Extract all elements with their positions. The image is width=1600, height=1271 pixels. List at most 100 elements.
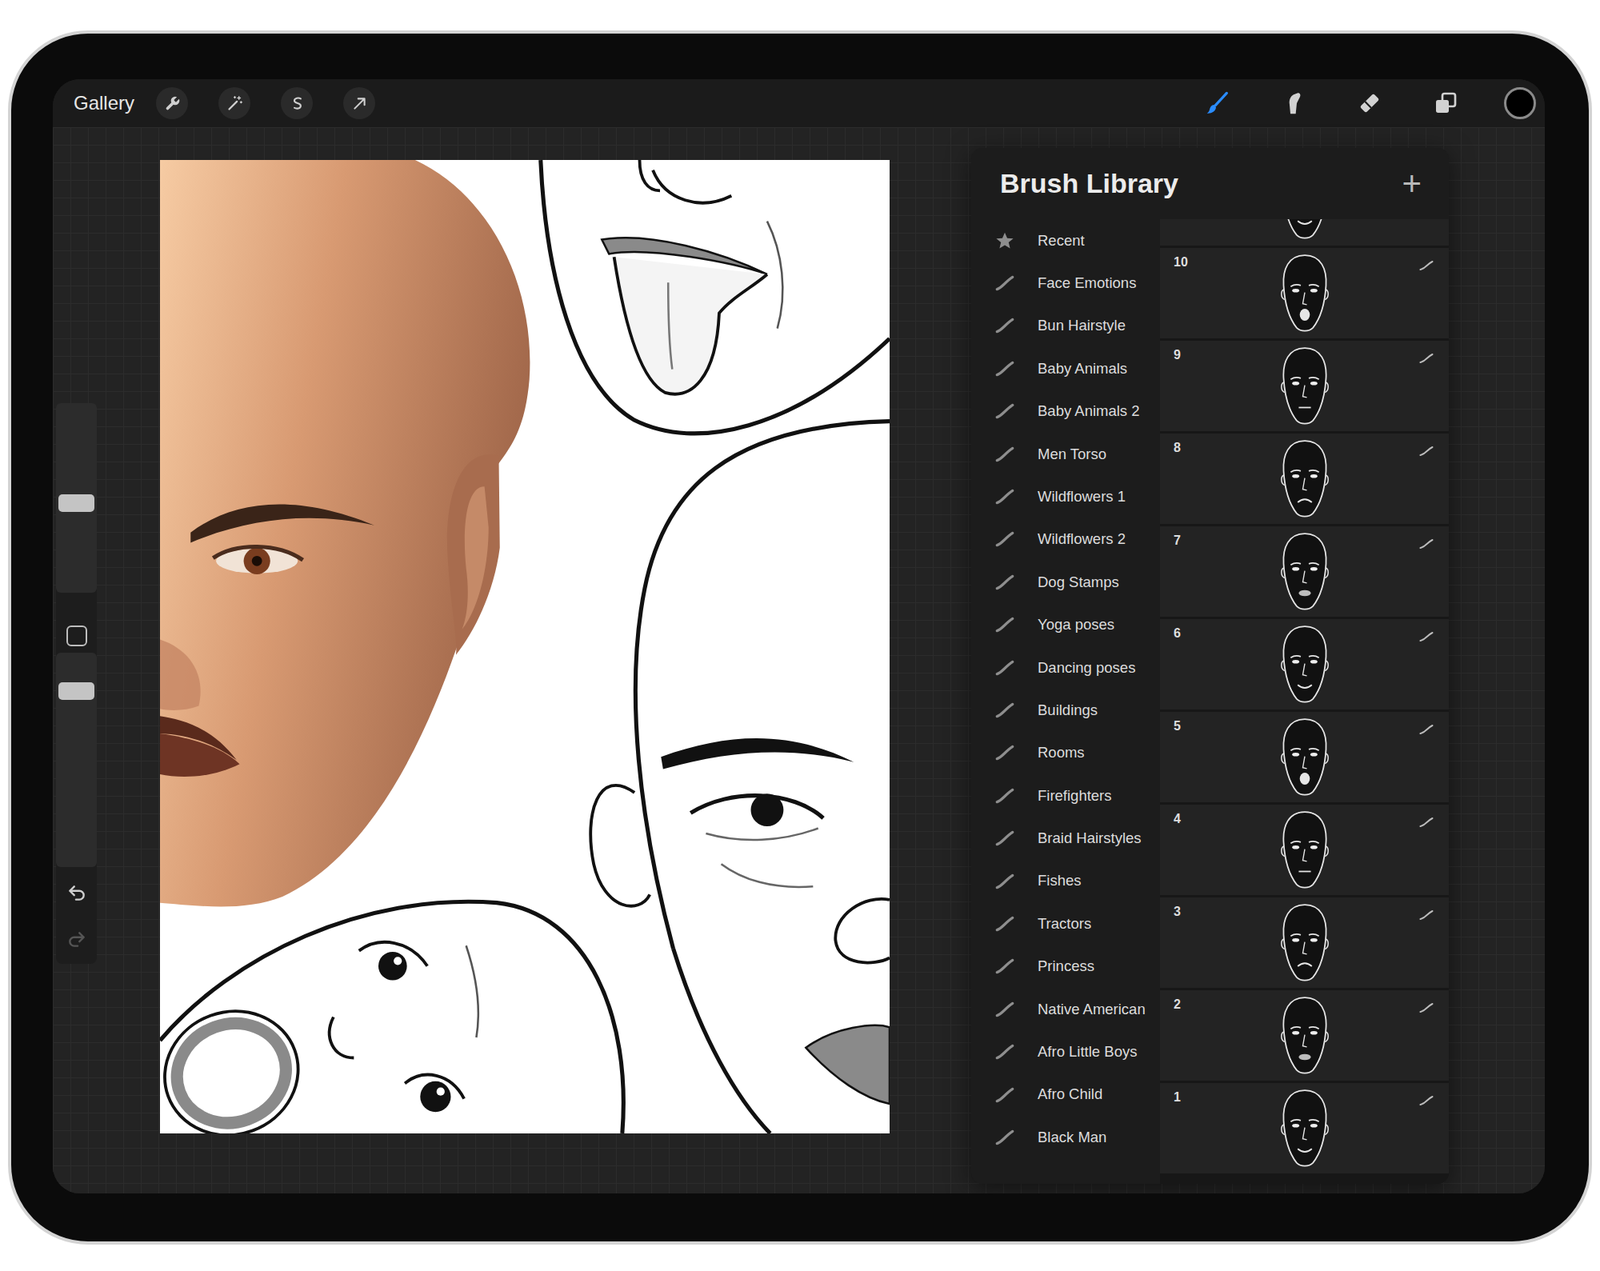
brush-item[interactable]: 7: [1160, 526, 1449, 617]
brush-item[interactable]: 5: [1160, 712, 1449, 803]
brush-item[interactable]: 9: [1160, 340, 1449, 432]
brush-set-item[interactable]: Bun Hairstyle: [971, 304, 1160, 348]
brush-stroke-icon: [994, 444, 1016, 465]
gallery-button[interactable]: Gallery: [73, 92, 135, 116]
brush-item[interactable]: 10: [1160, 248, 1449, 339]
undo-button[interactable]: [60, 877, 93, 910]
eraser-tool-button[interactable]: [1352, 85, 1388, 121]
brush-item[interactable]: 6: [1160, 619, 1449, 710]
brush-stroke-icon: [1418, 536, 1435, 552]
brush-set-item[interactable]: Baby Animals: [971, 347, 1160, 390]
brush-item[interactable]: 8: [1160, 433, 1449, 524]
brush-size-slider[interactable]: [56, 403, 97, 593]
side-controls: [56, 403, 97, 964]
undo-icon: [66, 883, 88, 904]
opacity-thumb[interactable]: [58, 682, 95, 700]
brush-set-label: Black Man: [1037, 1128, 1107, 1147]
brush-set-list: Recent Face Emotions Bun Hairstyle Baby Ani…: [971, 219, 1160, 1184]
brush-number: 4: [1173, 811, 1181, 827]
brush-set-label: Dancing poses: [1037, 659, 1136, 677]
brush-set-item[interactable]: Dog Stamps: [971, 560, 1160, 604]
brush-set-label: Face Emotions: [1037, 274, 1136, 292]
brush-stroke-icon: [994, 828, 1016, 849]
brush-set-label: Afro Child: [1037, 1085, 1103, 1104]
brush-item[interactable]: 1: [1160, 1083, 1449, 1174]
brush-set-item[interactable]: Men Torso: [971, 432, 1160, 476]
brush-stroke-icon: [994, 528, 1016, 550]
brush-set-item[interactable]: Rooms: [971, 732, 1160, 775]
redo-icon: [66, 929, 88, 951]
brush-list: 10 9 8 765 4 3 2 1: [1160, 219, 1449, 1184]
brush-stroke-icon: [994, 272, 1016, 294]
brush-set-item[interactable]: Tractors: [971, 902, 1160, 945]
brush-set-item[interactable]: Afro Child: [971, 1073, 1160, 1116]
brush-set-label: Princess: [1037, 957, 1095, 976]
brush-set-item[interactable]: Afro Little Boys: [971, 1030, 1160, 1073]
brush-stroke-icon: [994, 700, 1016, 721]
brush-set-label: Yoga poses: [1037, 616, 1115, 634]
brush-tool-button[interactable]: [1200, 85, 1236, 121]
brush-number: 10: [1173, 254, 1188, 270]
star-icon: [994, 230, 1016, 252]
brush-set-item[interactable]: Braid Hairstyles: [971, 816, 1160, 860]
brush-thumbnail: [1273, 529, 1336, 615]
brush-number: 3: [1173, 904, 1181, 920]
brush-set-item[interactable]: Baby Animals 2: [971, 390, 1160, 433]
drawing-canvas[interactable]: [160, 160, 890, 1134]
add-set-button[interactable]: +: [1396, 167, 1427, 201]
brush-set-label: Tractors: [1037, 915, 1092, 933]
brush-stroke-icon: [1418, 721, 1435, 738]
brush-item[interactable]: 2: [1160, 990, 1449, 1081]
wrench-icon[interactable]: [156, 87, 188, 120]
opacity-slider[interactable]: [56, 652, 97, 868]
layers-tool-button[interactable]: [1428, 85, 1464, 121]
magic-wand-icon[interactable]: [218, 87, 251, 120]
selection-icon[interactable]: [280, 87, 313, 120]
brush-set-item[interactable]: Wildflowers 2: [971, 518, 1160, 561]
brush-thumbnail: [1273, 251, 1336, 336]
brush-number: 8: [1173, 440, 1181, 456]
brush-stroke-icon: [1418, 907, 1435, 924]
brush-item[interactable]: 4: [1160, 804, 1449, 896]
transform-arrow-icon[interactable]: [343, 87, 376, 120]
brush-size-thumb[interactable]: [58, 494, 95, 512]
tool-buttons: [1200, 85, 1536, 121]
brush-set-item[interactable]: Recent: [971, 219, 1160, 262]
brush-set-item[interactable]: Firefighters: [971, 774, 1160, 817]
brush-set-item[interactable]: Dancing poses: [971, 646, 1160, 689]
brush-set-label: Afro Little Boys: [1037, 1043, 1137, 1061]
brush-set-label: Baby Animals: [1037, 360, 1128, 378]
brush-set-item[interactable]: Wildflowers 1: [971, 475, 1160, 518]
brush-set-item[interactable]: Face Emotions: [971, 261, 1160, 304]
brush-set-item[interactable]: Fishes: [971, 860, 1160, 903]
eraser-icon: [1356, 90, 1383, 116]
brush-item[interactable]: 3: [1160, 897, 1449, 988]
smudge-tool-button[interactable]: [1276, 85, 1312, 121]
brush-set-label: Wildflowers 2: [1037, 530, 1126, 548]
brush-stroke-icon: [994, 871, 1016, 892]
brush-set-item[interactable]: Princess: [971, 945, 1160, 988]
brush-set-item[interactable]: Native American: [971, 988, 1160, 1031]
action-buttons: [156, 87, 376, 120]
brush-set-item[interactable]: Black Man: [971, 1116, 1160, 1159]
redo-button[interactable]: [60, 924, 93, 956]
brush-set-item[interactable]: Yoga poses: [971, 604, 1160, 647]
brush-stroke-icon: [994, 1084, 1016, 1106]
brush-set-label: Bun Hairstyle: [1037, 316, 1126, 335]
brush-item[interactable]: [1160, 219, 1449, 246]
brush-thumbnail: [1273, 622, 1336, 708]
modify-button[interactable]: [66, 625, 88, 647]
brush-set-item[interactable]: Buildings: [971, 688, 1160, 732]
brush-stroke-icon: [1418, 1092, 1435, 1109]
brush-stroke-icon: [1418, 257, 1435, 274]
brush-number: 2: [1173, 996, 1181, 1012]
library-title: Brush Library: [1000, 167, 1179, 200]
app-screen: Gallery: [52, 79, 1545, 1194]
brush-stroke-icon: [994, 999, 1016, 1020]
brush-stroke-icon: [994, 1041, 1016, 1063]
workspace: Brush Library + Recent Face Emotions Bun H…: [52, 127, 1545, 1194]
brush-stroke-icon: [994, 785, 1016, 807]
brush-thumbnail: [1273, 219, 1336, 244]
brush-stroke-icon: [1418, 350, 1435, 367]
color-swatch[interactable]: [1504, 87, 1536, 120]
